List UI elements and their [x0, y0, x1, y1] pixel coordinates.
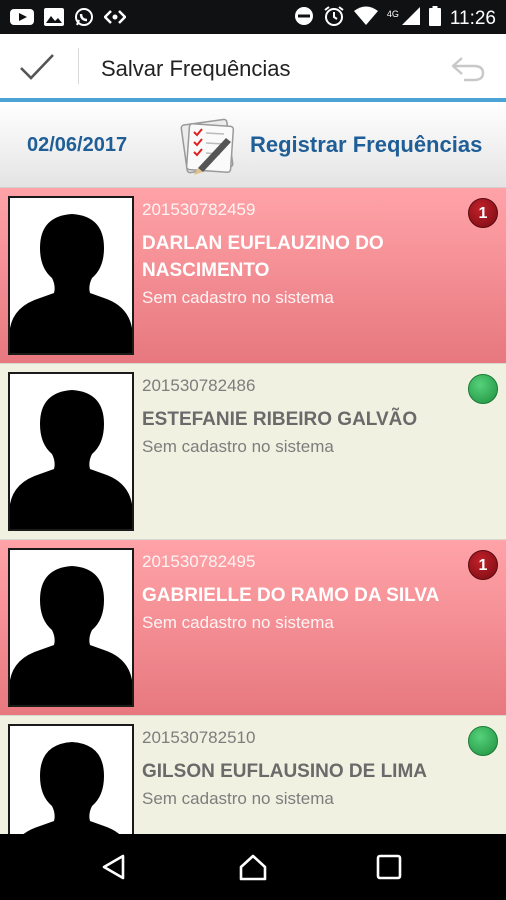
absence-count-badge: 1 — [468, 550, 498, 580]
recents-icon[interactable] — [374, 852, 404, 882]
alarm-icon — [323, 5, 345, 32]
whatsapp-icon — [74, 7, 94, 32]
registration-number: 201530782486 — [142, 376, 256, 395]
battery-icon — [428, 6, 441, 31]
code-icon — [103, 8, 127, 31]
student-photo — [8, 372, 134, 531]
action-bar: Salvar Frequências — [0, 34, 506, 98]
student-row[interactable]: 201530782495 GABRIELLE DO RAMO DA SILVA … — [0, 540, 506, 716]
checklist-pen-icon[interactable] — [174, 116, 240, 176]
system-indicators: 4G 11:26 — [294, 5, 496, 32]
signal-icon — [401, 7, 420, 30]
page-title: Salvar Frequências — [101, 56, 291, 81]
notification-icons — [10, 7, 127, 32]
student-row[interactable]: 201530782510 GILSON EUFLAUSINO DE LIMA S… — [0, 716, 506, 834]
present-indicator — [468, 374, 498, 404]
check-icon[interactable] — [18, 52, 56, 82]
attendance-header: 02/06/2017 Registrar Frequências — [0, 102, 506, 188]
student-status: Sem cadastro no sistema — [142, 789, 334, 808]
student-status: Sem cadastro no sistema — [142, 288, 334, 307]
student-photo — [8, 196, 134, 355]
clock: 11:26 — [449, 7, 496, 29]
student-photo — [8, 724, 134, 834]
undo-icon[interactable] — [450, 54, 486, 82]
student-row[interactable]: 201530782486 ESTEFANIE RIBEIRO GALVÃO Se… — [0, 364, 506, 540]
student-row[interactable]: 201530782459 DARLAN EUFLAUZINO DO NASCIM… — [0, 188, 506, 364]
student-status: Sem cadastro no sistema — [142, 613, 334, 632]
register-attendance-button[interactable]: Registrar Frequências — [250, 132, 482, 158]
navigation-bar — [0, 834, 506, 900]
present-indicator — [468, 726, 498, 756]
back-icon[interactable] — [99, 852, 129, 882]
home-icon[interactable] — [238, 852, 268, 882]
registration-number: 201530782510 — [142, 728, 256, 747]
student-name: GABRIELLE DO RAMO DA SILVA — [142, 585, 440, 606]
status-bar: 4G 11:26 — [0, 0, 506, 34]
student-name: DARLAN EUFLAUZINO DO NASCIMENTO — [142, 233, 384, 281]
do-not-disturb-icon — [294, 6, 314, 31]
youtube-icon — [10, 8, 34, 31]
student-status: Sem cadastro no sistema — [142, 437, 334, 456]
student-photo — [8, 548, 134, 707]
registration-number: 201530782495 — [142, 552, 256, 571]
gallery-icon — [44, 8, 64, 31]
student-list: 201530782459 DARLAN EUFLAUZINO DO NASCIM… — [0, 188, 506, 834]
wifi-icon — [353, 6, 378, 31]
registration-number: 201530782459 — [142, 200, 256, 219]
network-type: 4G — [386, 8, 399, 19]
student-name: ESTEFANIE RIBEIRO GALVÃO — [142, 409, 418, 430]
action-divider — [78, 48, 79, 84]
student-name: GILSON EUFLAUSINO DE LIMA — [142, 761, 427, 782]
attendance-date[interactable]: 02/06/2017 — [27, 134, 127, 157]
absence-count-badge: 1 — [468, 198, 498, 228]
